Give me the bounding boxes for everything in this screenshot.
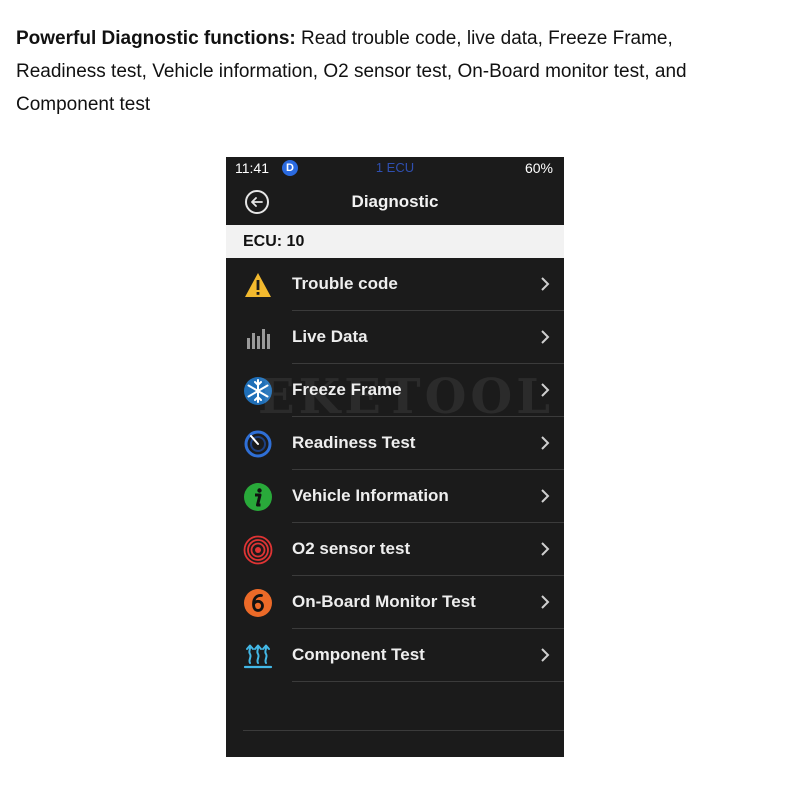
gauge-icon	[244, 430, 272, 458]
menu-item-freeze-frame[interactable]: Freeze Frame	[226, 364, 564, 417]
chevron-right-icon	[541, 489, 550, 503]
warning-icon	[245, 273, 271, 297]
menu-item-live-data[interactable]: Live Data	[226, 311, 564, 364]
menu-item-readiness-test[interactable]: Readiness Test	[226, 417, 564, 470]
chevron-right-icon	[541, 330, 550, 344]
menu-item-vehicle-information[interactable]: Vehicle Information	[226, 470, 564, 523]
phone-screen: 11:41 D 1 ECU 60% Diagnostic ECU: 10 Tro…	[226, 157, 564, 757]
bottom-divider	[243, 730, 564, 731]
menu-item-label: On-Board Monitor Test	[292, 592, 476, 611]
chevron-right-icon	[541, 436, 550, 450]
o2-target-icon	[243, 535, 273, 565]
chevron-right-icon	[541, 595, 550, 609]
nav-bar: Diagnostic	[226, 179, 564, 225]
menu-item-label: Readiness Test	[292, 433, 416, 452]
info-icon	[244, 483, 272, 511]
status-battery: 60%	[524, 160, 553, 176]
mode-six-icon	[244, 589, 272, 617]
menu-item-label: O2 sensor test	[292, 539, 411, 558]
caption-bold: Powerful Diagnostic functions:	[16, 28, 296, 49]
menu-item-o2-sensor-test[interactable]: O2 sensor test	[226, 523, 564, 576]
menu-item-trouble-code[interactable]: Trouble code	[226, 258, 564, 311]
status-ecu-count: 1 ECU	[375, 160, 415, 175]
divider	[292, 681, 564, 682]
menu-item-label: Trouble code	[292, 274, 398, 293]
diagnostic-menu: Trouble code Live Data Freeze Frame Read…	[226, 258, 564, 682]
menu-item-label: Live Data	[292, 327, 368, 346]
menu-item-on-board-monitor-test[interactable]: On-Board Monitor Test	[226, 576, 564, 629]
bar-chart-icon	[247, 329, 270, 349]
menu-item-label: Freeze Frame	[292, 380, 402, 399]
chevron-right-icon	[541, 383, 550, 397]
heat-arrows-icon	[243, 644, 273, 669]
menu-item-label: Vehicle Information	[292, 486, 449, 505]
chevron-right-icon	[541, 542, 550, 556]
chevron-right-icon	[541, 277, 550, 291]
page-title: Diagnostic	[351, 192, 439, 211]
menu-item-component-test[interactable]: Component Test	[226, 629, 564, 682]
menu-item-label: Component Test	[292, 645, 425, 664]
ecu-header: ECU: 10	[226, 225, 564, 258]
chevron-right-icon	[541, 648, 550, 662]
caption: Powerful Diagnostic functions: Read trou…	[16, 22, 716, 121]
status-bar: 11:41 D 1 ECU 60%	[226, 157, 564, 179]
snowflake-icon	[244, 377, 272, 405]
ecu-label: ECU: 10	[243, 233, 305, 250]
